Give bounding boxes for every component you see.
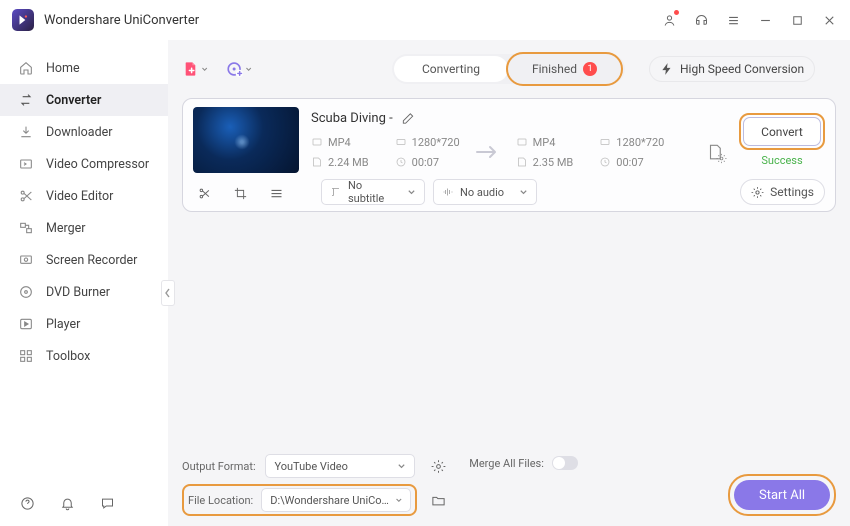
account-icon[interactable]: [660, 11, 678, 29]
sidebar: Home Converter Downloader Video Compress…: [0, 40, 168, 526]
file-location-select[interactable]: D:\Wondershare UniConverter: [261, 488, 411, 512]
sidebar-item-label: Player: [46, 317, 80, 332]
settings-button[interactable]: Settings: [740, 179, 825, 205]
high-speed-toggle[interactable]: High Speed Conversion: [649, 56, 815, 82]
dst-size: 2.35 MB: [516, 153, 574, 171]
home-icon: [18, 60, 34, 76]
merge-label: Merge All Files:: [469, 457, 544, 470]
add-file-button[interactable]: [182, 56, 208, 82]
start-all-button[interactable]: Start All: [734, 480, 830, 510]
tab-label: Finished: [532, 62, 577, 76]
file-title: Scuba Diving -: [311, 111, 393, 126]
sidebar-item-dvd[interactable]: DVD Burner: [0, 276, 168, 308]
output-settings-icon[interactable]: [429, 457, 447, 475]
sidebar-item-label: Converter: [46, 93, 101, 108]
sidebar-item-toolbox[interactable]: Toolbox: [0, 340, 168, 372]
settings-label: Settings: [770, 185, 814, 199]
file-location-label: File Location:: [188, 494, 253, 507]
high-speed-label: High Speed Conversion: [680, 62, 804, 76]
subtitle-select[interactable]: No subtitle: [321, 179, 425, 205]
subtitle-value: No subtitle: [348, 179, 401, 205]
sidebar-item-recorder[interactable]: Screen Recorder: [0, 244, 168, 276]
menu-icon[interactable]: [724, 11, 742, 29]
grid-icon: [18, 348, 34, 364]
close-button[interactable]: [820, 11, 838, 29]
status-text: Success: [761, 154, 802, 167]
tab-finished[interactable]: Finished 1: [510, 56, 619, 82]
support-icon[interactable]: [692, 11, 710, 29]
crop-icon[interactable]: [231, 184, 249, 202]
title-bar: Wondershare UniConverter: [0, 0, 850, 40]
src-format: MP4: [311, 133, 369, 151]
effects-icon[interactable]: [267, 184, 285, 202]
file-card: Scuba Diving - MP4 1280*720 2.24 MB 00:0…: [182, 98, 836, 212]
sidebar-item-label: Screen Recorder: [46, 253, 137, 268]
sidebar-item-player[interactable]: Player: [0, 308, 168, 340]
tab-label: Converting: [422, 62, 480, 76]
audio-select[interactable]: No audio: [433, 179, 537, 205]
video-thumbnail[interactable]: [193, 107, 299, 173]
audio-value: No audio: [460, 186, 504, 199]
record-icon: [18, 252, 34, 268]
sidebar-item-merger[interactable]: Merger: [0, 212, 168, 244]
sidebar-item-label: Merger: [46, 221, 86, 236]
scissors-icon: [18, 188, 34, 204]
tab-converting[interactable]: Converting: [394, 56, 508, 82]
output-format-select[interactable]: YouTube Video: [265, 454, 415, 478]
help-icon[interactable]: [18, 494, 36, 512]
disc-icon: [18, 284, 34, 300]
sidebar-item-label: Video Compressor: [46, 157, 149, 172]
output-format-icon[interactable]: [706, 143, 724, 161]
output-format-value: YouTube Video: [274, 460, 347, 473]
compress-icon: [18, 156, 34, 172]
merge-icon: [18, 220, 34, 236]
arrow-icon: [468, 143, 508, 161]
sidebar-collapse-button[interactable]: [161, 280, 175, 306]
sidebar-item-label: Home: [46, 61, 80, 76]
add-dvd-button[interactable]: [226, 56, 252, 82]
dst-format: MP4: [516, 133, 574, 151]
src-duration: 00:07: [395, 153, 460, 171]
feedback-icon[interactable]: [98, 494, 116, 512]
play-icon: [18, 316, 34, 332]
maximize-button[interactable]: [788, 11, 806, 29]
sidebar-item-label: Toolbox: [46, 349, 90, 364]
dst-duration: 00:07: [599, 153, 664, 171]
converter-icon: [18, 92, 34, 108]
file-location-value: D:\Wondershare UniConverter: [270, 494, 394, 507]
sidebar-item-editor[interactable]: Video Editor: [0, 180, 168, 212]
app-logo: [12, 9, 34, 31]
convert-button[interactable]: Convert: [743, 117, 821, 146]
notifications-icon[interactable]: [58, 494, 76, 512]
sidebar-item-label: Video Editor: [46, 189, 113, 204]
sidebar-item-label: Downloader: [46, 125, 113, 140]
output-format-label: Output Format:: [182, 460, 257, 473]
src-resolution: 1280*720: [395, 133, 460, 151]
dst-resolution: 1280*720: [599, 133, 664, 151]
finished-count-badge: 1: [583, 62, 597, 76]
minimize-button[interactable]: [756, 11, 774, 29]
edit-title-icon[interactable]: [401, 111, 415, 125]
src-size: 2.24 MB: [311, 153, 369, 171]
sidebar-item-home[interactable]: Home: [0, 52, 168, 84]
sidebar-item-downloader[interactable]: Downloader: [0, 116, 168, 148]
trim-icon[interactable]: [195, 184, 213, 202]
app-title: Wondershare UniConverter: [44, 13, 199, 28]
sidebar-item-converter[interactable]: Converter: [0, 84, 168, 116]
sidebar-item-compressor[interactable]: Video Compressor: [0, 148, 168, 180]
sidebar-item-label: DVD Burner: [46, 285, 110, 300]
merge-toggle[interactable]: [552, 456, 578, 470]
open-folder-icon[interactable]: [429, 491, 447, 509]
download-icon: [18, 124, 34, 140]
